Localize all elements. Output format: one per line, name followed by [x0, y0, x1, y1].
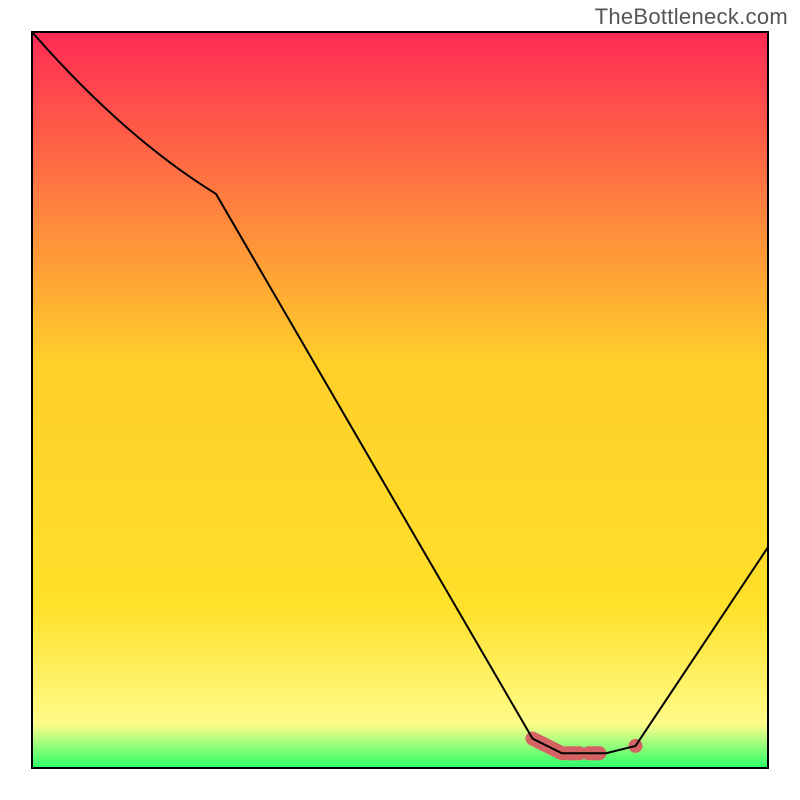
watermark-text: TheBottleneck.com — [595, 4, 788, 30]
chart-container: TheBottleneck.com — [0, 0, 800, 800]
chart-svg — [0, 0, 800, 800]
plot-background — [32, 32, 768, 768]
